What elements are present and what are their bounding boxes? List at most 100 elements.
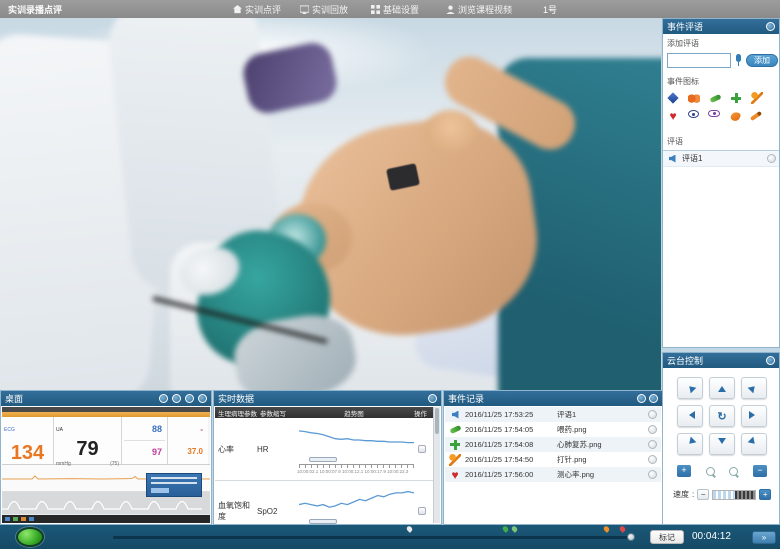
speed-slider[interactable] [712, 490, 756, 500]
app-title: 实训录播点评 [8, 3, 62, 16]
diamond-icon[interactable] [667, 92, 679, 104]
collapse-icon[interactable] [428, 394, 437, 403]
arrow-up-right-icon [748, 380, 761, 393]
pan-down-right-button[interactable] [741, 433, 767, 455]
pan-right-button[interactable] [741, 405, 767, 427]
pan-left-button[interactable] [677, 405, 703, 427]
home-icon [233, 5, 242, 14]
comment-item-action-icon[interactable] [767, 154, 776, 163]
capsule-icon[interactable] [709, 92, 721, 104]
comment-list-label: 评语 [667, 136, 775, 147]
chart-range-slider[interactable] [309, 457, 337, 462]
expand-icon[interactable] [185, 394, 194, 403]
chart-range-slider[interactable] [309, 519, 337, 524]
zoom-out-lens-icon [729, 467, 738, 476]
pan-up-left-button[interactable] [677, 377, 703, 399]
scrollbar[interactable] [433, 407, 440, 523]
event-time: 2016/11/25 17:56:00 [465, 470, 553, 479]
hr-trend-chart: 10:00:02.1 10:00:07.9 10:00:12.1 10:00:1… [297, 422, 411, 476]
pan-up-button[interactable] [709, 377, 735, 399]
event-row[interactable]: 2016/11/25 17:54:08心肺复苏.png [445, 437, 661, 452]
event-action-icon[interactable] [648, 425, 657, 434]
syringe-icon[interactable] [750, 110, 762, 122]
nibp-label: UA [56, 427, 63, 433]
timeline-marker[interactable] [405, 525, 413, 533]
comment-icon [666, 153, 678, 165]
cross-icon[interactable] [730, 92, 742, 104]
popup-dialog [146, 473, 202, 497]
ptz-control-panel: 云台控制 ↻ + − 速度: − + [662, 352, 780, 525]
record-icon[interactable] [159, 394, 168, 403]
seek-thumb[interactable] [627, 533, 635, 541]
pan-down-left-button[interactable] [677, 433, 703, 455]
event-action-icon[interactable] [648, 440, 657, 449]
event-row[interactable]: 2016/11/25 17:54:50打针.png [445, 452, 661, 467]
tab-training-replay[interactable]: 实训回放 [300, 3, 348, 16]
vital-tiles: ECG 134 UA 79 mmHg(75) 88 97 - 37.0 [2, 417, 210, 465]
stomach-icon[interactable] [729, 110, 741, 122]
hr-value: 134 [4, 442, 51, 465]
tab-basic-settings[interactable]: 基础设置 [371, 3, 419, 16]
pan-down-button[interactable] [709, 433, 735, 455]
timeline-marker[interactable] [603, 525, 611, 533]
heart-icon[interactable] [667, 110, 679, 122]
arrow-down-right-icon [748, 436, 761, 449]
patient-monitor-capture[interactable]: ECG 134 UA 79 mmHg(75) 88 97 - 37.0 [2, 407, 210, 523]
temp-value: 37.0 [170, 441, 206, 464]
seek-bar[interactable] [113, 536, 633, 539]
collapse-icon[interactable] [766, 356, 775, 365]
event-row[interactable]: 2016/11/25 17:54:05喂药.png [445, 422, 661, 437]
timeline-marker[interactable] [619, 525, 627, 533]
event-time: 2016/11/25 17:54:05 [465, 425, 553, 434]
ptz-direction-pad: ↻ [677, 377, 767, 455]
event-action-icon[interactable] [648, 410, 657, 419]
pan-up-right-button[interactable] [741, 377, 767, 399]
pan-home-button[interactable]: ↻ [709, 405, 735, 427]
spo2-trend-line [299, 487, 414, 515]
tab-browse-course-video[interactable]: 浏览课程视频 [446, 3, 512, 16]
timeline-marker[interactable] [502, 525, 510, 533]
tab-training-review[interactable]: 实训点评 [233, 3, 281, 16]
row-action-button[interactable] [418, 507, 426, 515]
event-action-icon[interactable] [648, 470, 657, 479]
comment-list-item[interactable]: 评语1 [663, 151, 779, 167]
arrow-down-left-icon [684, 436, 697, 449]
collapse-icon[interactable] [766, 22, 775, 31]
snapshot-button[interactable]: » [752, 531, 776, 544]
elapsed-time: 00:04:12 [692, 531, 731, 542]
station-number: 1号 [543, 3, 557, 16]
event-action-icon[interactable] [648, 455, 657, 464]
microphone-icon[interactable] [734, 54, 743, 67]
scrollbar-thumb[interactable] [435, 408, 439, 434]
pr-value: 88 [124, 418, 165, 440]
collapse-icon[interactable] [649, 394, 658, 403]
settings-gear-icon[interactable] [198, 394, 207, 403]
timeline-marker[interactable] [511, 525, 519, 533]
event-row[interactable]: 2016/11/25 17:56:00测心率.png [445, 467, 661, 482]
key-icon[interactable] [751, 92, 763, 104]
save-icon[interactable] [172, 394, 181, 403]
column-abbreviation: 参数缩写 [257, 408, 297, 418]
settings-icon [371, 5, 380, 14]
zoom-in-button[interactable]: + [677, 465, 691, 477]
ptz-speed-row: 速度: − + [673, 489, 773, 500]
row-action-button[interactable] [418, 445, 426, 453]
zoom-out-button[interactable]: − [753, 465, 767, 477]
event-row[interactable]: 2016/11/25 17:53:25评语1 [445, 407, 661, 422]
simulation-video[interactable] [0, 18, 661, 390]
eye2-icon[interactable] [708, 110, 720, 117]
eye-icon[interactable] [688, 110, 699, 118]
event-log-panel: 事件记录 2016/11/25 17:53:25评语1 2016/11/25 1… [443, 390, 663, 525]
application-window: 实训录播点评 实训点评 实训回放 基础设置 浏览课程视频 1号 [0, 0, 780, 549]
save-icon[interactable] [637, 394, 646, 403]
lungs-icon[interactable] [688, 92, 700, 104]
table-row-hr[interactable]: 心率 HR 10:00:02.1 10:00:07.9 10:00:12.1 1… [215, 420, 433, 478]
ptz-zoom-row: + − [677, 465, 767, 477]
mark-button[interactable]: 标记 [650, 530, 684, 544]
speed-decrease-button[interactable]: − [697, 489, 709, 500]
comment-input[interactable] [667, 53, 731, 68]
record-indicator-button[interactable] [16, 527, 44, 547]
add-comment-button[interactable]: 添加 [746, 54, 778, 67]
panel-title: 桌面 [5, 392, 155, 405]
speed-increase-button[interactable]: + [759, 489, 771, 500]
